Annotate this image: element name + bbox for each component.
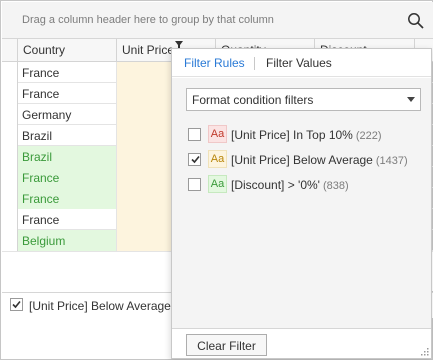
search-icon[interactable] (407, 12, 425, 30)
group-panel-hint: Drag a column header here to group by th… (22, 14, 274, 26)
row-indicator[interactable] (2, 104, 18, 125)
clear-filter-button[interactable]: Clear Filter (186, 334, 267, 356)
country-cell[interactable]: France (18, 188, 117, 209)
country-cell[interactable]: Belgium (18, 230, 117, 251)
tab-filter-rules[interactable]: Filter Rules (184, 56, 245, 70)
rule-count: (838) (322, 180, 349, 192)
filter-rules-content: Format condition filters Aa [Unit Price]… (172, 78, 431, 328)
rule-checkbox[interactable] (188, 128, 201, 141)
filter-rule-item[interactable]: Aa [Discount] > '0%' (838) (188, 175, 423, 195)
country-cell[interactable]: France (18, 83, 117, 104)
row-indicator[interactable] (2, 125, 18, 146)
row-indicator[interactable] (2, 146, 18, 167)
country-cell[interactable]: France (18, 167, 117, 188)
checkmark-icon (191, 155, 200, 164)
filter-rule-item[interactable]: Aa [Unit Price] Below Average (1437) (188, 150, 423, 170)
rule-type-select[interactable]: Format condition filters (186, 88, 421, 111)
filter-panel-text[interactable]: [Unit Price] Below Average (29, 299, 171, 313)
rule-label: [Discount] > '0%' (838) (231, 178, 349, 192)
filter-popup: Filter Rules Filter Values Format condit… (171, 48, 432, 359)
filter-enabled-checkbox[interactable] (10, 298, 23, 311)
rule-count: (1437) (375, 155, 408, 167)
checkmark-icon (12, 300, 21, 309)
rule-label: [Unit Price] In Top 10% (222) (231, 128, 382, 142)
row-indicator[interactable] (2, 188, 18, 209)
filter-popup-footer: Clear Filter (172, 328, 431, 358)
rule-count: (222) (355, 130, 382, 142)
rule-checkbox[interactable] (188, 153, 201, 166)
rule-label: [Unit Price] Below Average (1437) (231, 153, 408, 167)
rule-type-value: Format condition filters (192, 93, 314, 107)
country-cell[interactable]: Germany (18, 104, 117, 125)
filter-popup-tabs: Filter Rules Filter Values (172, 49, 431, 77)
filter-rule-item[interactable]: Aa [Unit Price] In Top 10% (222) (188, 125, 423, 145)
row-indicator[interactable] (2, 230, 18, 251)
size-grip-icon[interactable] (421, 348, 429, 356)
tab-filter-values[interactable]: Filter Values (266, 56, 332, 70)
column-header-country[interactable]: Country (18, 39, 117, 61)
row-indicator[interactable] (2, 209, 18, 230)
country-cell[interactable]: France (18, 209, 117, 230)
format-preview: Aa (208, 150, 227, 168)
row-indicator-header (2, 39, 18, 61)
country-cell[interactable]: Brazil (18, 125, 117, 146)
row-indicator[interactable] (2, 62, 18, 83)
tab-separator (254, 57, 255, 70)
format-preview: Aa (208, 125, 227, 143)
row-indicator[interactable] (2, 83, 18, 104)
country-cell[interactable]: France (18, 62, 117, 83)
group-panel[interactable]: Drag a column header here to group by th… (2, 2, 433, 39)
format-preview: Aa (208, 175, 227, 193)
country-cell[interactable]: Brazil (18, 146, 117, 167)
row-indicator[interactable] (2, 167, 18, 188)
rule-checkbox[interactable] (188, 178, 201, 191)
chevron-down-icon (407, 97, 415, 102)
